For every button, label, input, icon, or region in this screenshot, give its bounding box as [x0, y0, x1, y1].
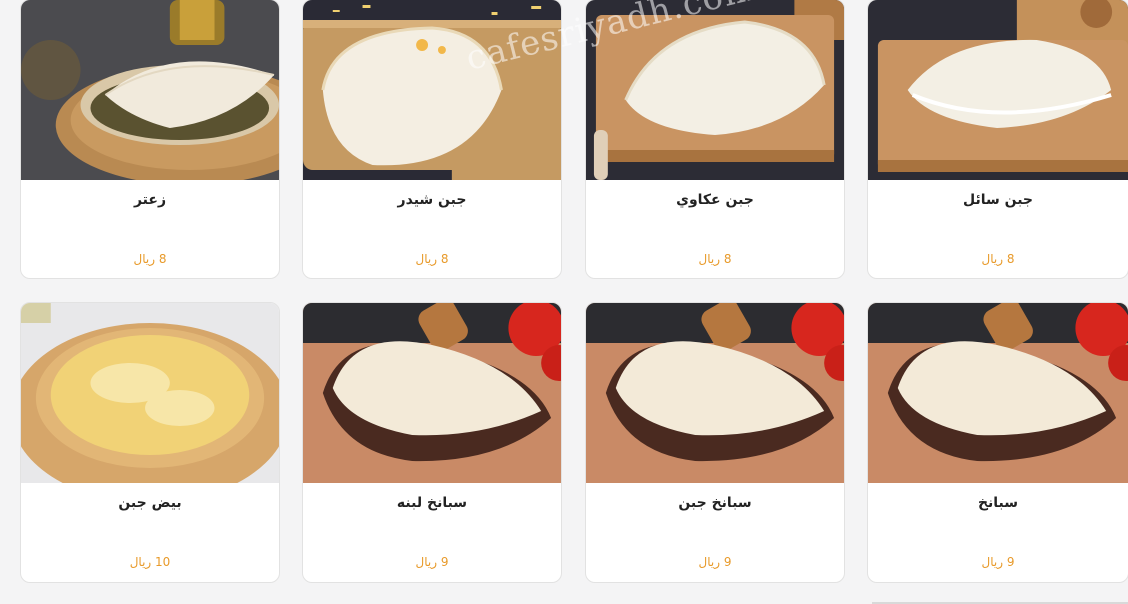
menu-item-card[interactable]: جبن شيدر 8 ريال — [302, 0, 562, 279]
item-price: 8 ريال — [133, 252, 167, 266]
menu-item-card[interactable]: جبن سائل 8 ريال — [867, 0, 1128, 279]
cheddar-cheese-manakish-image — [303, 0, 561, 180]
zaatar-manakish-image — [21, 0, 279, 180]
spinach-labneh-manakish-image — [303, 303, 561, 483]
menu-item-card[interactable]: بيض جبن 10 ريال — [20, 302, 280, 583]
item-name: سبانخ جبن — [678, 495, 752, 511]
liquid-cheese-manakish-image — [868, 0, 1128, 180]
menu-item-card[interactable]: سبانخ لبنه 9 ريال — [302, 302, 562, 583]
menu-item-card[interactable]: زعتر 8 ريال — [20, 0, 280, 279]
spinach-manakish-image — [868, 303, 1128, 483]
akkawi-cheese-manakish-image — [586, 0, 844, 180]
item-price: 8 ريال — [981, 252, 1015, 266]
item-name: زعتر — [133, 192, 167, 208]
item-price: 9 ريال — [981, 555, 1015, 569]
item-name: جبن عكاوي — [676, 192, 754, 208]
menu-grid: زعتر 8 ريال جبن شيدر 8 ريال جبن عكاوي 8 … — [0, 0, 1128, 604]
item-price: 9 ريال — [415, 555, 449, 569]
item-price: 9 ريال — [698, 555, 732, 569]
menu-item-card[interactable]: جبن عكاوي 8 ريال — [585, 0, 845, 279]
item-name: بيض جبن — [118, 495, 182, 511]
item-price: 8 ريال — [698, 252, 732, 266]
item-name: جبن شيدر — [397, 192, 467, 208]
item-name: سبانخ لبنه — [396, 495, 468, 511]
spinach-cheese-manakish-image — [586, 303, 844, 483]
menu-item-card[interactable]: سبانخ 9 ريال — [867, 302, 1128, 583]
item-name: جبن سائل — [962, 192, 1034, 208]
item-name: سبانخ — [977, 495, 1019, 511]
menu-item-card[interactable]: سبانخ جبن 9 ريال — [585, 302, 845, 583]
egg-cheese-pie-image — [21, 303, 279, 483]
item-price: 10 ريال — [129, 555, 171, 569]
item-price: 8 ريال — [415, 252, 449, 266]
